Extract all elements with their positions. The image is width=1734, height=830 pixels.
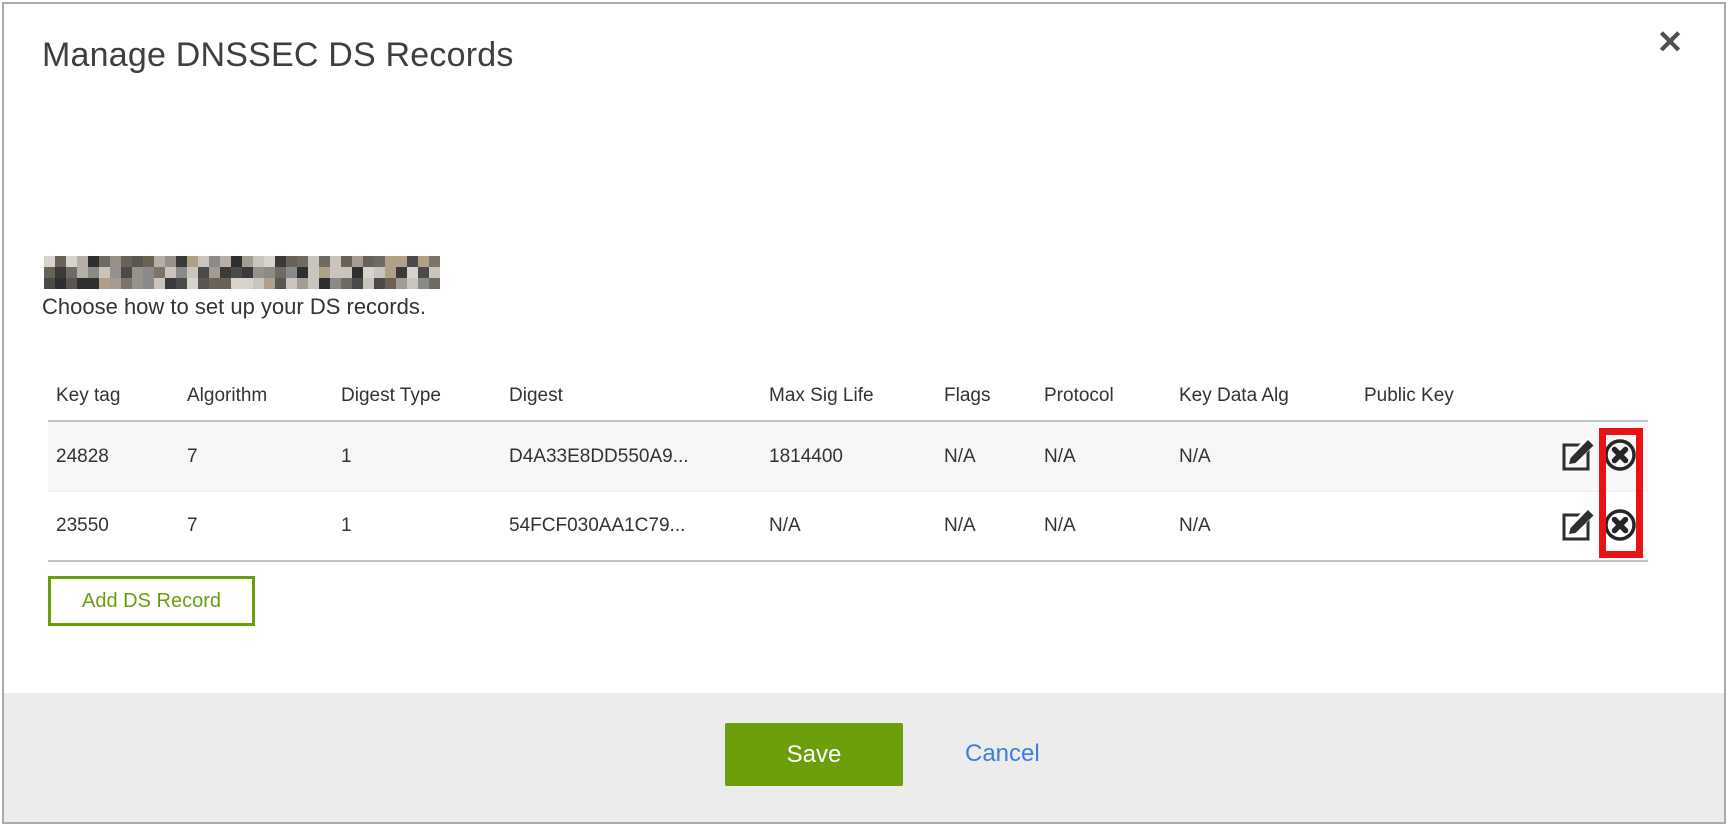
dnssec-ds-records-modal: Manage DNSSEC DS Records ✕ Choose how to… xyxy=(2,2,1726,824)
edit-record-button[interactable] xyxy=(1560,439,1596,475)
row-actions xyxy=(1552,439,1648,475)
cell-key-tag: 23550 xyxy=(56,515,187,537)
cell-max-sig-life: N/A xyxy=(769,515,944,537)
cell-protocol: N/A xyxy=(1044,446,1179,468)
col-header-max-sig-life: Max Sig Life xyxy=(769,385,944,407)
table-header-row: Key tag Algorithm Digest Type Digest Max… xyxy=(48,372,1648,420)
table-row: 23550 7 1 54FCF030AA1C79... N/A N/A N/A … xyxy=(48,491,1648,560)
ds-records-table: Key tag Algorithm Digest Type Digest Max… xyxy=(48,372,1648,562)
cell-key-tag: 24828 xyxy=(56,446,187,468)
col-header-key-data-alg: Key Data Alg xyxy=(1179,385,1364,407)
cell-digest-type: 1 xyxy=(341,446,509,468)
circled-x-delete-icon xyxy=(1602,507,1638,546)
add-ds-record-button[interactable]: Add DS Record xyxy=(48,576,255,626)
intro-text: Choose how to set up your DS records. xyxy=(42,294,426,320)
col-header-flags: Flags xyxy=(944,385,1044,407)
col-header-public-key: Public Key xyxy=(1364,385,1552,407)
save-button[interactable]: Save xyxy=(725,723,903,786)
delete-record-button[interactable] xyxy=(1602,508,1638,544)
row-actions xyxy=(1552,508,1648,544)
col-header-algorithm: Algorithm xyxy=(187,385,341,407)
table-body: 24828 7 1 D4A33E8DD550A9... 1814400 N/A … xyxy=(48,420,1648,562)
cell-algorithm: 7 xyxy=(187,446,341,468)
edit-pencil-icon xyxy=(1560,507,1596,546)
cell-flags: N/A xyxy=(944,446,1044,468)
cell-flags: N/A xyxy=(944,515,1044,537)
cell-digest: D4A33E8DD550A9... xyxy=(509,446,769,468)
close-icon[interactable]: ✕ xyxy=(1648,20,1692,64)
cancel-link[interactable]: Cancel xyxy=(965,740,1040,768)
cell-digest: 54FCF030AA1C79... xyxy=(509,515,769,537)
edit-pencil-icon xyxy=(1560,437,1596,476)
col-header-protocol: Protocol xyxy=(1044,385,1179,407)
cell-key-data-alg: N/A xyxy=(1179,515,1364,537)
cell-key-data-alg: N/A xyxy=(1179,446,1364,468)
table-row: 24828 7 1 D4A33E8DD550A9... 1814400 N/A … xyxy=(48,422,1648,491)
circled-x-delete-icon xyxy=(1602,437,1638,476)
cell-max-sig-life: 1814400 xyxy=(769,446,944,468)
cell-algorithm: 7 xyxy=(187,515,341,537)
col-header-digest-type: Digest Type xyxy=(341,385,509,407)
cell-protocol: N/A xyxy=(1044,515,1179,537)
modal-footer: Save Cancel xyxy=(4,693,1724,822)
col-header-digest: Digest xyxy=(509,385,769,407)
edit-record-button[interactable] xyxy=(1560,508,1596,544)
col-header-key-tag: Key tag xyxy=(56,385,187,407)
cell-digest-type: 1 xyxy=(341,515,509,537)
redacted-domain-name xyxy=(44,256,440,289)
page-title: Manage DNSSEC DS Records xyxy=(42,36,514,75)
delete-record-button[interactable] xyxy=(1602,439,1638,475)
